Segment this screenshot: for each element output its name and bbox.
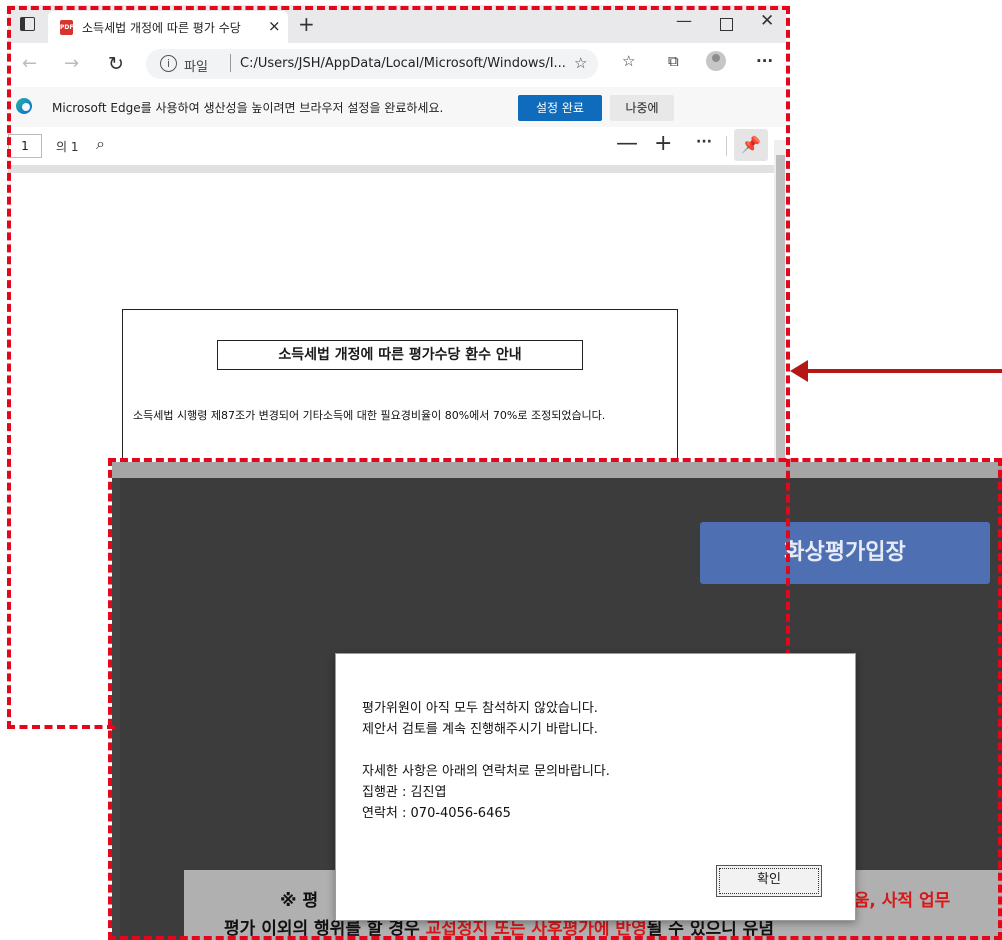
dialog-line bbox=[362, 740, 610, 761]
arrow-line bbox=[800, 369, 1002, 373]
arrow-head-icon bbox=[790, 360, 808, 382]
ok-button[interactable]: 확인 bbox=[716, 865, 822, 897]
dialog-line: 집행관 : 김진엽 bbox=[362, 785, 447, 800]
dialog-line: 제안서 검토를 계속 진행해주시기 바랍니다. bbox=[362, 722, 598, 737]
highlight-frame-browser-bottom bbox=[7, 725, 115, 729]
attendance-dialog: 평가위원이 아직 모두 참석하지 않았습니다. 제안서 검토를 계속 진행해주시… bbox=[335, 653, 856, 921]
dialog-line: 평가위원이 아직 모두 참석하지 않았습니다. bbox=[362, 701, 598, 716]
dialog-message: 평가위원이 아직 모두 참석하지 않았습니다. 제안서 검토를 계속 진행해주시… bbox=[362, 698, 610, 824]
dialog-line: 연락처 : 070-4056-6465 bbox=[362, 806, 511, 821]
dialog-line: 자세한 사항은 아래의 연락처로 문의바랍니다. bbox=[362, 764, 610, 779]
